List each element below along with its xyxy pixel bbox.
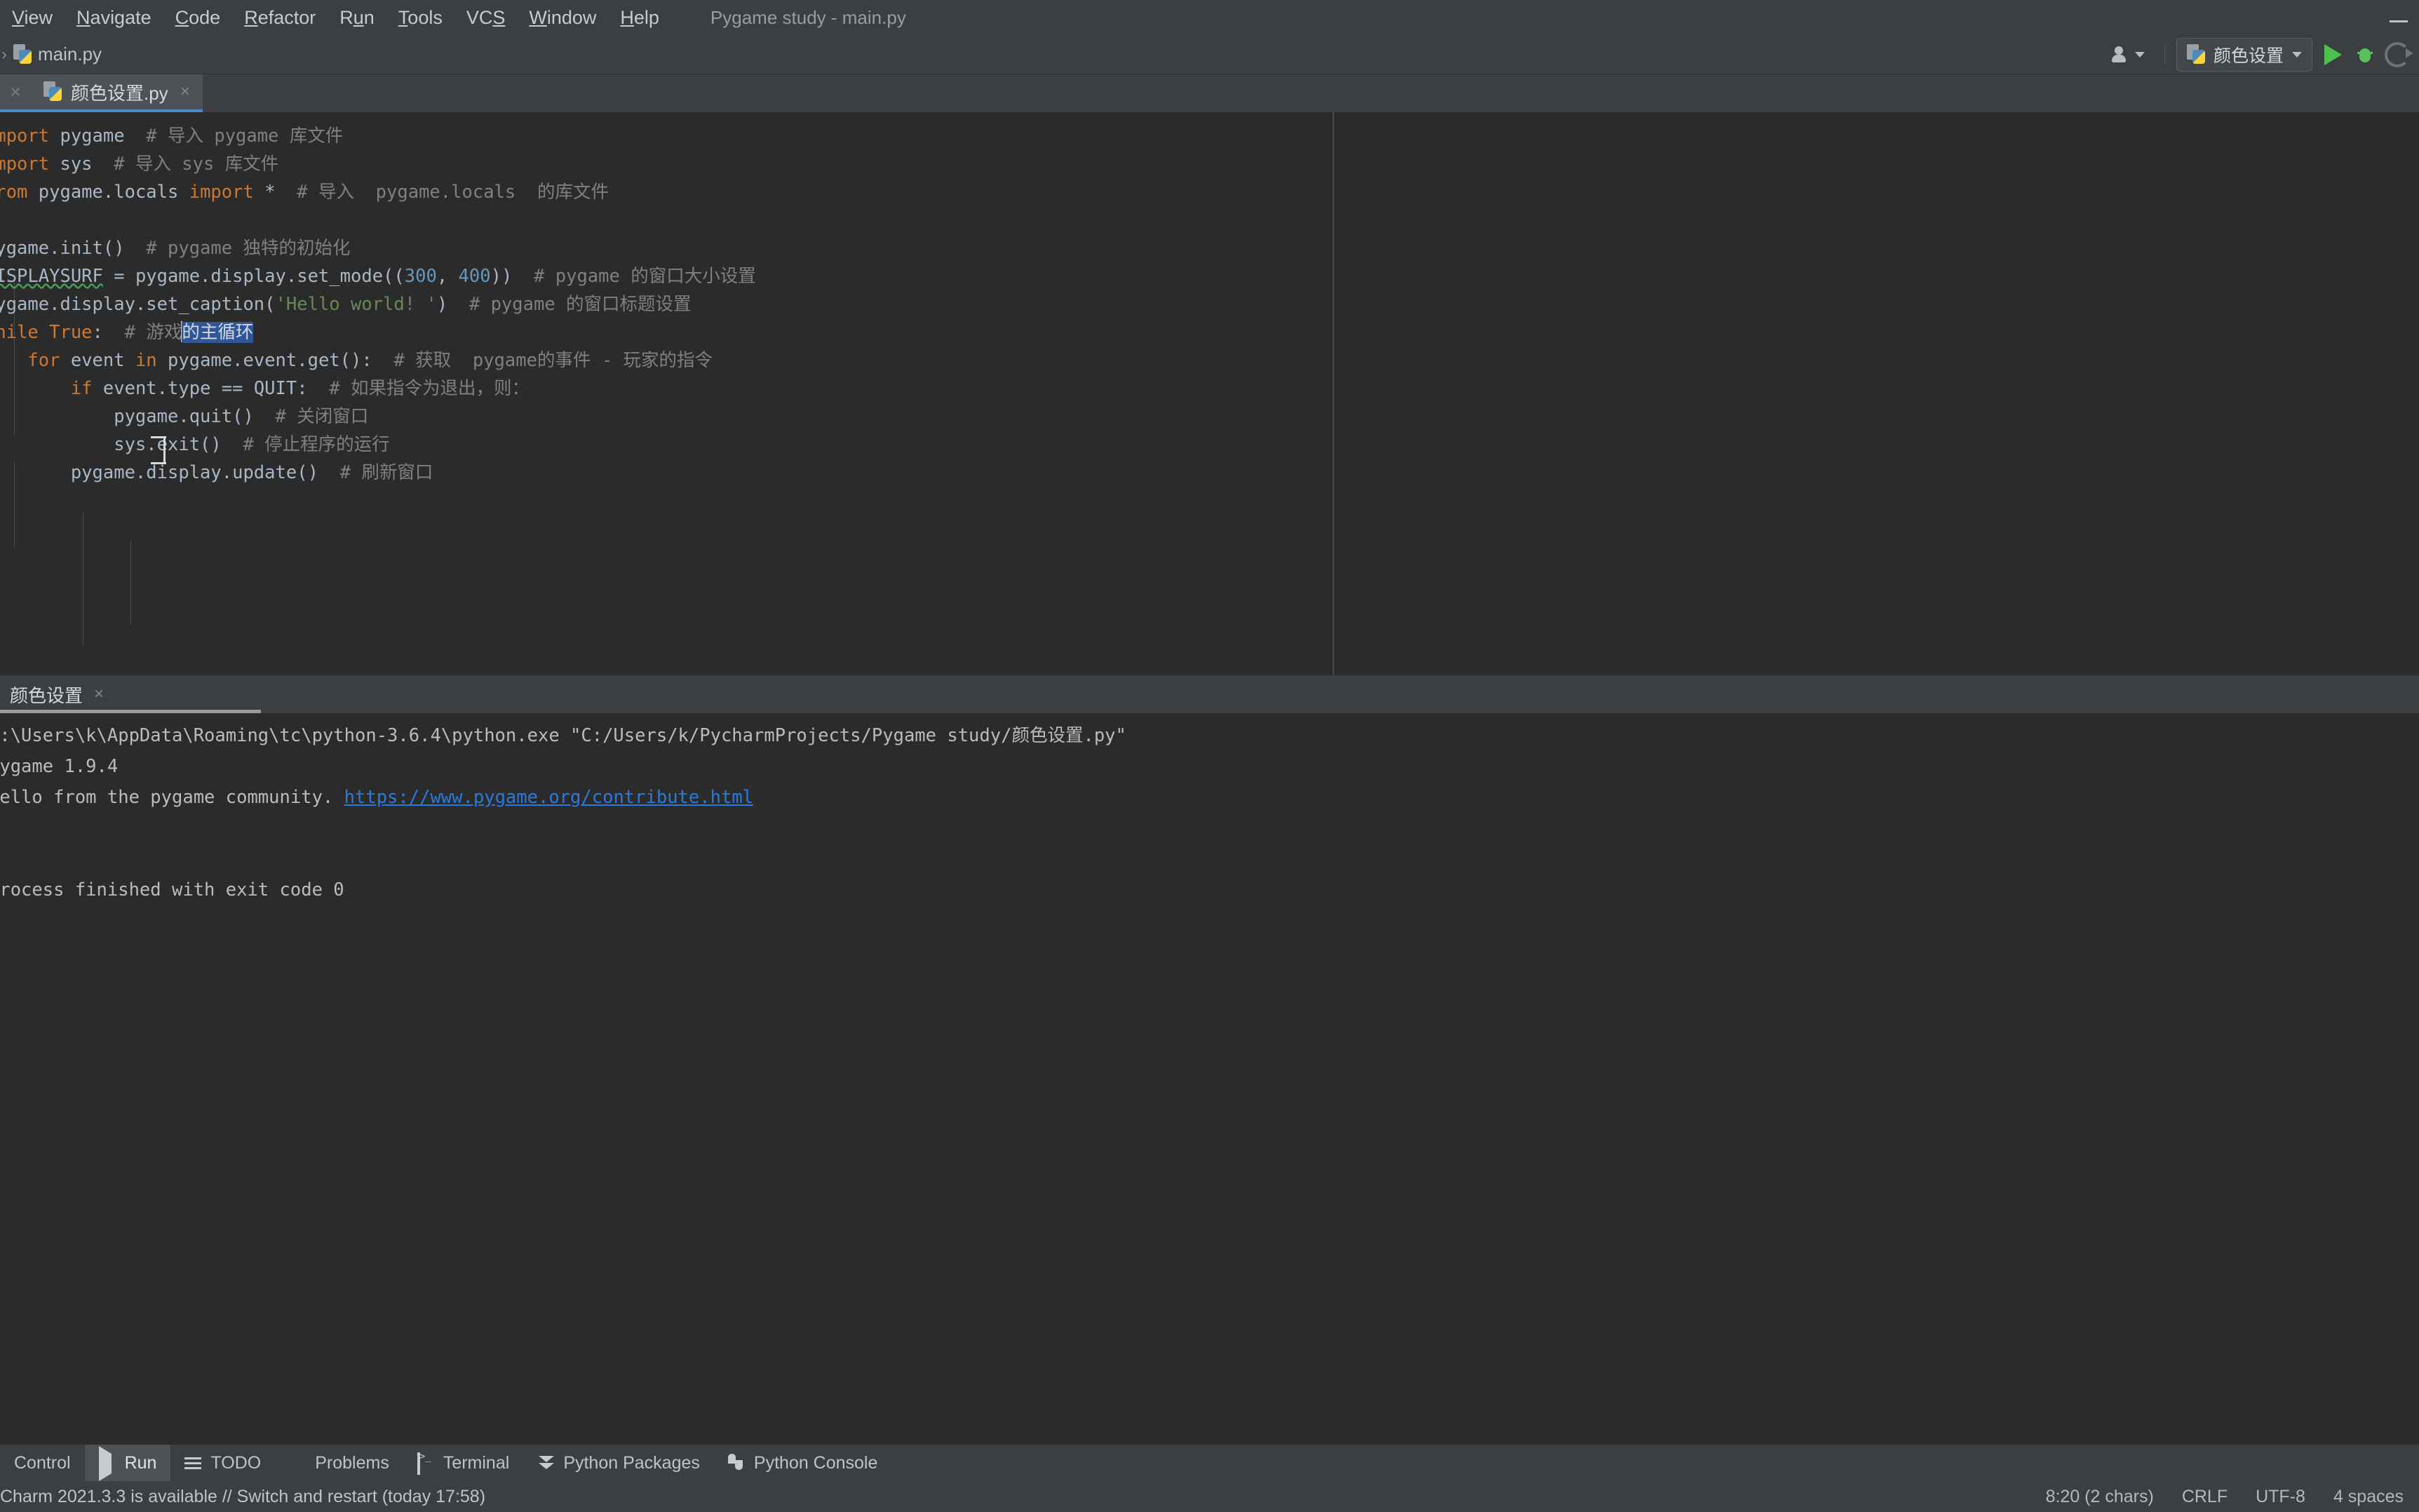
run-tab-label: 颜色设置 — [10, 684, 83, 706]
tab-label: 颜色设置.py — [71, 82, 168, 104]
tool-button-label: Terminal — [443, 1452, 510, 1473]
editor-tabs: × 颜色设置.py × — [0, 74, 2419, 112]
terminal-icon — [417, 1452, 420, 1475]
tool-button-run[interactable]: Run — [84, 1445, 171, 1481]
run-configuration-selector[interactable]: 颜色设置 — [2176, 37, 2312, 72]
code-line[interactable]: DISPLAYSURF = pygame.display.set_mode((3… — [0, 262, 2419, 290]
text-cursor-icon — [151, 436, 166, 464]
python-config-icon — [2186, 43, 2205, 65]
file-encoding[interactable]: UTF-8 — [2256, 1487, 2305, 1507]
tool-button-version-control[interactable]: Control — [0, 1445, 85, 1481]
toolbar-divider — [2164, 43, 2165, 65]
code-line[interactable]: import sys # 导入 sys 库文件 — [0, 150, 2419, 178]
navigation-toolbar: › main.py 颜色设置 — [0, 35, 2419, 74]
console-line: pygame 1.9.4 — [0, 756, 119, 777]
code-line[interactable]: pygame.init() # pygame 独特的初始化 — [0, 234, 2419, 262]
menu-item-tools[interactable]: Tools — [386, 7, 454, 29]
editor-split-divider[interactable] — [1333, 112, 1334, 675]
run-icon — [2324, 43, 2342, 65]
caret-position[interactable]: 8:20 (2 chars) — [2046, 1487, 2154, 1507]
menu-bar: View Navigate Code Refactor Run Tools VC… — [0, 0, 2419, 35]
menu-label-view: iew — [24, 6, 53, 28]
code-line[interactable]: from pygame.locals import * # 导入 pygame.… — [0, 178, 2419, 206]
run-tool-window: 颜色设置 × C:\Users\k\AppData\Roaming\tc\pyt… — [0, 675, 2419, 1444]
code-line[interactable]: if event.type == QUIT: # 如果指令为退出，则： — [0, 374, 2419, 403]
code-line[interactable]: pygame.display.update() # 刷新窗口 — [0, 459, 2419, 487]
breadcrumb-file[interactable]: main.py — [38, 43, 102, 65]
tool-button-label: Problems — [315, 1452, 389, 1473]
tab-colour-settings[interactable]: 颜色设置.py × — [31, 74, 203, 112]
minimize-icon[interactable] — [2390, 13, 2408, 22]
code-line[interactable]: while True: # 游戏的主循环 — [0, 318, 2419, 346]
tool-button-terminal[interactable]: Terminal — [403, 1445, 523, 1481]
chevron-down-icon — [2292, 51, 2302, 58]
breadcrumb: › main.py — [0, 43, 102, 65]
toolbar-right: 颜色设置 — [2103, 35, 2413, 74]
console-output[interactable]: C:\Users\k\AppData\Roaming\tc\python-3.6… — [0, 713, 2419, 1444]
tool-window-bar: Control Run TODO Problems Terminal Pytho… — [0, 1444, 2419, 1481]
debug-icon — [2356, 46, 2374, 64]
run-window-tabs: 颜色设置 × — [0, 675, 2419, 713]
menu-item-navigate[interactable]: Navigate — [65, 7, 163, 29]
pycharm-window: View Navigate Code Refactor Run Tools VC… — [0, 0, 2419, 1512]
line-separator[interactable]: CRLF — [2182, 1487, 2228, 1507]
console-line: C:\Users\k\AppData\Roaming\tc\python-3.6… — [0, 725, 1126, 746]
tool-button-todo[interactable]: TODO — [170, 1445, 275, 1481]
rerun-button[interactable] — [2381, 39, 2413, 71]
source-code[interactable]: import pygame # 导入 pygame 库文件import sys … — [0, 112, 2419, 487]
menu-item-code[interactable]: Code — [163, 7, 233, 29]
tool-button-label: Run — [124, 1452, 157, 1473]
menu-item-help[interactable]: Help — [608, 7, 671, 29]
console-line: Process finished with exit code 0 — [0, 879, 344, 900]
window-title: Pygame study - main.py — [710, 6, 906, 28]
status-bar-right: 8:20 (2 chars) CRLF UTF-8 4 spaces — [2046, 1487, 2404, 1507]
tool-button-problems[interactable]: Problems — [275, 1445, 403, 1481]
code-pane[interactable]: import pygame # 导入 pygame 库文件import sys … — [0, 112, 2419, 675]
menu-item-refactor[interactable]: Refactor — [232, 7, 328, 29]
debug-button[interactable] — [2349, 39, 2381, 71]
account-icon — [2111, 46, 2130, 63]
menu-item-view[interactable]: View — [0, 7, 65, 29]
code-line[interactable] — [0, 206, 2419, 234]
pygame-link[interactable]: https://www.pygame.org/contribute.html — [344, 787, 753, 808]
tool-button-label: Python Console — [753, 1452, 878, 1473]
menu-item-vcs[interactable]: VCS — [454, 7, 518, 29]
python-file-icon — [43, 81, 62, 102]
tab-close-partial[interactable]: × — [0, 74, 31, 112]
tool-button-python-packages[interactable]: Python Packages — [523, 1445, 714, 1481]
console-text: C:\Users\k\AppData\Roaming\tc\python-3.6… — [0, 713, 2419, 905]
account-button[interactable] — [2103, 46, 2153, 63]
tool-button-label: Python Packages — [563, 1452, 700, 1473]
menu-item-run[interactable]: Run — [328, 7, 386, 29]
status-message[interactable]: Charm 2021.3.3 is available // Switch an… — [0, 1487, 485, 1507]
window-controls — [2390, 0, 2408, 35]
editor-area: import pygame # 导入 pygame 库文件import sys … — [0, 112, 2419, 675]
code-line[interactable]: sys.exit() # 停止程序的运行 — [0, 431, 2419, 459]
console-line: Hello from the pygame community. https:/… — [0, 787, 754, 808]
status-bar: Charm 2021.3.3 is available // Switch an… — [0, 1481, 2419, 1512]
run-configuration-label: 颜色设置 — [2213, 46, 2284, 66]
run-button[interactable] — [2317, 39, 2349, 71]
indent-setting[interactable]: 4 spaces — [2333, 1487, 2404, 1507]
code-line[interactable]: import pygame # 导入 pygame 库文件 — [0, 122, 2419, 150]
todo-icon — [184, 1454, 203, 1472]
code-line[interactable]: pygame.display.set_caption('Hello world!… — [0, 290, 2419, 318]
tool-button-python-console[interactable]: Python Console — [714, 1445, 892, 1481]
run-icon — [98, 1446, 112, 1481]
breadcrumb-separator: › — [1, 44, 7, 64]
chevron-down-icon — [2134, 51, 2145, 58]
rerun-icon — [2385, 41, 2413, 67]
tool-button-label: TODO — [210, 1452, 262, 1473]
run-tab-colour-settings[interactable]: 颜色设置 × — [0, 675, 114, 713]
close-icon[interactable]: × — [94, 684, 104, 704]
packages-icon — [537, 1454, 555, 1472]
code-line[interactable]: for event in pygame.event.get(): # 获取 py… — [0, 346, 2419, 374]
python-file-icon — [13, 43, 32, 65]
tool-button-label: Control — [14, 1452, 71, 1473]
code-line[interactable]: pygame.quit() # 关闭窗口 — [0, 403, 2419, 431]
menu-item-window[interactable]: Window — [517, 7, 608, 29]
close-icon[interactable]: × — [180, 82, 190, 102]
